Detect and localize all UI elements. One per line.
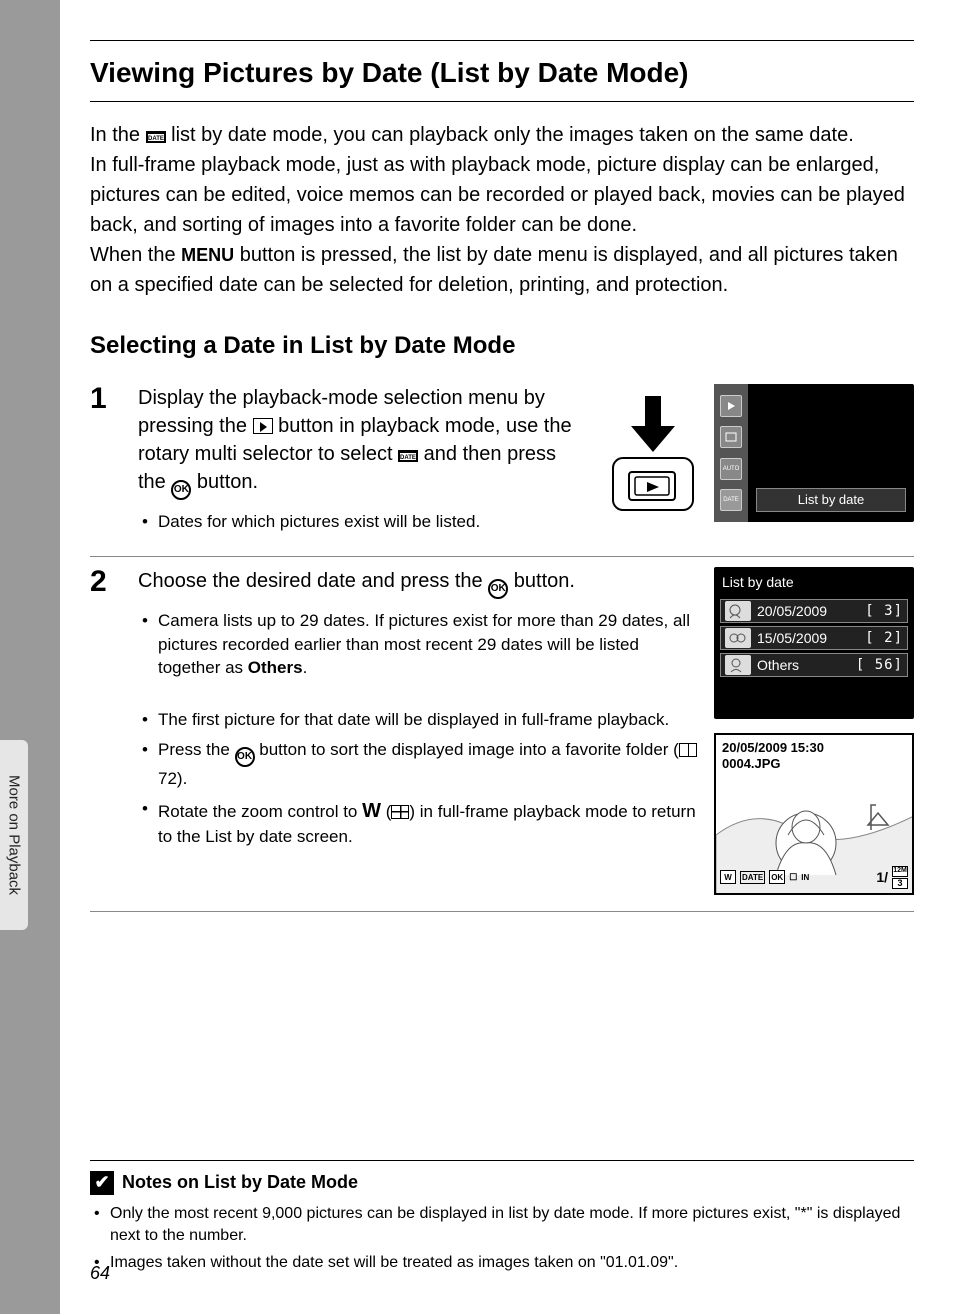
screen-mode-menu: AUTO DATE List by date — [714, 384, 914, 522]
side-tab-label: More on Playback — [6, 775, 23, 895]
thumbnail-icon — [391, 805, 409, 819]
text: Press the — [158, 740, 235, 759]
row-count: [ 56] — [856, 656, 903, 676]
date-list-row: 20/05/2009 [ 3] — [720, 599, 908, 623]
svg-text:DATE: DATE — [148, 136, 164, 142]
step2-bullet-3: Press the OK button to sort the displaye… — [142, 738, 704, 791]
fav-badge: ☐ — [789, 871, 797, 884]
notes-heading: ✔ Notes on List by Date Mode — [90, 1171, 914, 1195]
date-list-row: 15/05/2009 [ 2] — [720, 626, 908, 650]
check-icon: ✔ — [90, 1171, 114, 1195]
row-thumb — [725, 601, 751, 621]
intro: In the DATE list by date mode, you can p… — [90, 120, 914, 300]
mode-icon-fav — [720, 426, 742, 448]
ok-icon: OK — [488, 579, 508, 599]
camera-diagram — [605, 394, 700, 514]
text: Choose the desired date and press the — [138, 570, 488, 592]
preview-counter: 1/ — [876, 868, 888, 888]
notes-rule — [90, 1160, 914, 1161]
screen-date-list: List by date 20/05/2009 [ 3] 15/05/2009 [ 2… — [714, 567, 914, 719]
step-number: 1 — [90, 384, 138, 540]
notes-section: ✔ Notes on List by Date Mode Only the mo… — [90, 1160, 914, 1278]
mode-icon-strip: AUTO DATE — [714, 384, 748, 522]
text: button. — [508, 570, 575, 592]
step1-graphics: AUTO DATE List by date — [605, 384, 914, 522]
preview-filename: 0004.JPG — [722, 755, 781, 773]
date-list-row: Others [ 56] — [720, 653, 908, 677]
title-rule — [90, 101, 914, 102]
text: list by date mode, you can playback only… — [166, 124, 854, 146]
step1-text: Display the playback-mode selection menu… — [138, 384, 585, 500]
step-body: Choose the desired date and press the OK… — [138, 567, 914, 895]
screen2-title: List by date — [718, 573, 910, 597]
text: Rotate the zoom control to — [158, 802, 362, 821]
step-body: Display the playback-mode selection menu… — [138, 384, 914, 540]
step-number: 2 — [90, 567, 138, 895]
ok-icon: OK — [235, 747, 255, 767]
top-rule — [90, 40, 914, 41]
text: In the — [90, 124, 146, 146]
row-date: 15/05/2009 — [757, 629, 859, 649]
others-label: Others — [248, 658, 303, 677]
mode-icon-date: DATE — [720, 489, 742, 511]
mode-label: List by date — [756, 488, 906, 512]
row-count: [ 2] — [865, 629, 903, 649]
svg-text:DATE: DATE — [400, 455, 416, 461]
mode-icon-auto: AUTO — [720, 458, 742, 480]
playback-icon — [253, 418, 273, 434]
step1-bullet: Dates for which pictures exist will be l… — [142, 510, 585, 534]
text: . — [303, 658, 308, 677]
date-icon: DATE — [146, 122, 166, 136]
size-badge: 12M — [892, 866, 908, 877]
step2-screens: List by date 20/05/2009 [ 3] 15/05/2009 [ 2… — [714, 567, 914, 895]
side-tab: More on Playback — [0, 740, 28, 930]
menu-button-label: MENU — [181, 245, 234, 265]
intro-p2: In full-frame playback mode, just as wit… — [90, 150, 914, 240]
note-2: Images taken without the date set will b… — [94, 1252, 914, 1274]
row-thumb — [725, 628, 751, 648]
row-thumb — [725, 655, 751, 675]
row-date: 20/05/2009 — [757, 602, 859, 622]
screen-playback-preview: 20/05/2009 15:30 0004.JPG W DATE OK ☐ IN… — [714, 733, 914, 895]
intro-p1: In the DATE list by date mode, you can p… — [90, 120, 914, 150]
total-badge: 3 — [892, 878, 908, 889]
notes-title: Notes on List by Date Mode — [122, 1172, 358, 1193]
page-number: 64 — [90, 1263, 110, 1284]
note-1: Only the most recent 9,000 pictures can … — [94, 1203, 914, 1248]
step2-bullet-4: Rotate the zoom control to W () in full-… — [142, 797, 704, 849]
zoom-w-icon: W — [362, 800, 381, 822]
date-icon: DATE — [398, 442, 418, 456]
text: 72). — [158, 769, 187, 788]
text: ( — [381, 802, 391, 821]
date-badge: DATE — [740, 871, 765, 884]
text: button. — [191, 471, 258, 493]
text: button to sort the displayed image into … — [255, 740, 679, 759]
step2-bullet-1: Camera lists up to 29 dates. If pictures… — [142, 609, 704, 680]
text: Camera lists up to 29 dates. If pictures… — [158, 611, 690, 678]
step-1: 1 Display the playback-mode selection me… — [90, 374, 914, 557]
mode-icon-play — [720, 395, 742, 417]
page-title: Viewing Pictures by Date (List by Date M… — [90, 51, 914, 101]
row-date: Others — [757, 656, 850, 676]
intro-p3: When the MENU button is pressed, the lis… — [90, 240, 914, 300]
step2-bullet-2: The first picture for that date will be … — [142, 708, 704, 732]
preview-bottom-bar: W DATE OK ☐ IN 1/ 12M 3 — [720, 866, 908, 889]
step2-text: Choose the desired date and press the OK… — [138, 567, 704, 599]
page: Viewing Pictures by Date (List by Date M… — [60, 0, 954, 1314]
ok-icon: OK — [171, 480, 191, 500]
text: When the — [90, 244, 181, 266]
w-badge: W — [720, 870, 736, 884]
page-ref-icon — [679, 743, 697, 757]
step-2: 2 Choose the desired date and press the … — [90, 557, 914, 912]
in-badge: IN — [801, 872, 809, 883]
ok-badge: OK — [769, 870, 785, 884]
subheading: Selecting a Date in List by Date Mode — [90, 332, 914, 360]
row-count: [ 3] — [865, 602, 903, 622]
